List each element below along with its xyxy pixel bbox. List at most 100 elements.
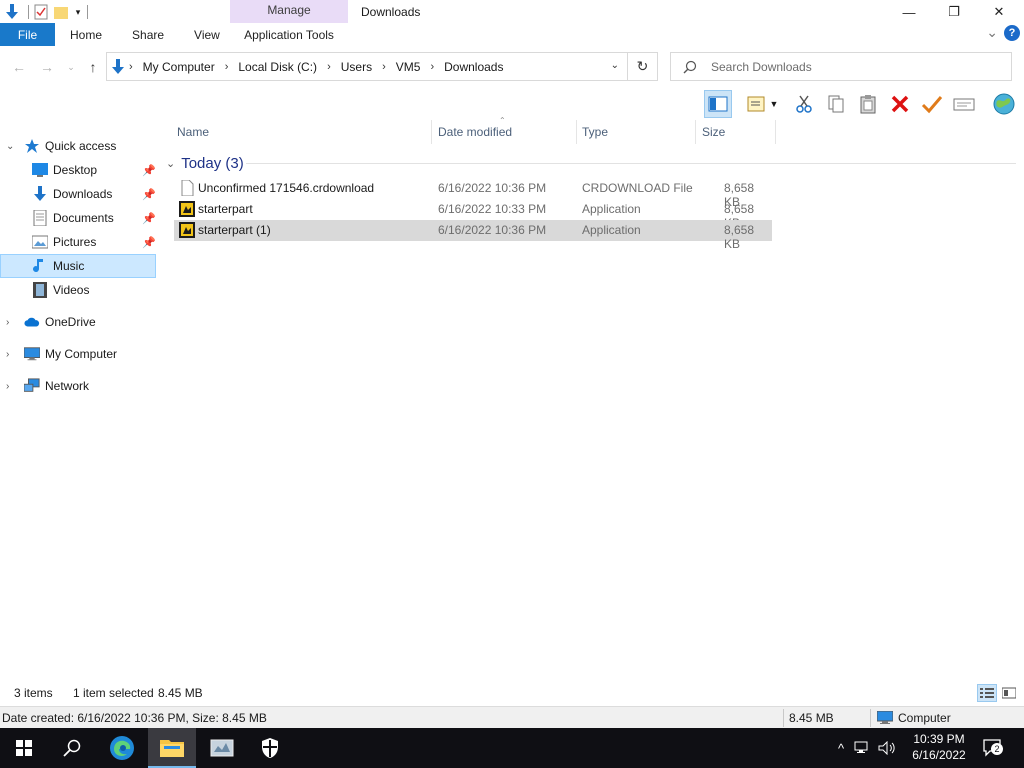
nav-network[interactable]: › Network (0, 374, 156, 398)
breadcrumb-users[interactable]: Users (341, 60, 372, 74)
restore-button[interactable]: ❐ (931, 0, 977, 24)
videos-icon (32, 282, 48, 298)
recent-locations-button[interactable]: ⌄ (62, 58, 80, 76)
delete-button[interactable] (886, 90, 914, 118)
breadcrumb-separator[interactable]: › (225, 61, 229, 73)
close-button[interactable]: ✕ (976, 0, 1022, 24)
star-icon (24, 138, 40, 154)
volume-icon[interactable] (878, 741, 896, 755)
file-row[interactable]: Unconfirmed 171546.crdownload 6/16/2022 … (174, 178, 772, 209)
title-bar: ▾ Manage Downloads — ❐ ✕ File Home Share… (0, 0, 1024, 46)
nav-my-computer[interactable]: › My Computer (0, 342, 156, 366)
column-divider[interactable] (431, 120, 432, 144)
properties-icon[interactable] (33, 4, 49, 20)
expand-chevron-icon[interactable]: › (6, 381, 16, 392)
nav-item-videos[interactable]: Videos (0, 278, 156, 302)
file-row-selected[interactable]: starterpart (1) 6/16/2022 10:36 PM Appli… (174, 220, 772, 251)
pictures-icon (32, 234, 48, 250)
folder-icon (160, 740, 184, 757)
server-manager-button[interactable] (198, 728, 246, 768)
clock[interactable]: 10:39 PM 6/16/2022 (905, 731, 973, 763)
properties-button[interactable] (950, 90, 978, 118)
breadcrumb-separator: › (129, 60, 133, 73)
nav-onedrive[interactable]: › OneDrive (0, 310, 156, 334)
search-input[interactable] (711, 59, 991, 74)
up-button[interactable]: ↑ (84, 58, 102, 76)
group-collapse-chevron-icon[interactable]: ⌄ (166, 157, 175, 170)
clock-time: 10:39 PM (913, 732, 965, 746)
address-bar[interactable]: › My Computer › Local Disk (C:) › Users … (106, 52, 658, 81)
pin-icon[interactable]: 📌 (142, 212, 156, 225)
cut-button[interactable] (790, 90, 818, 118)
pin-icon[interactable]: 📌 (142, 236, 156, 249)
new-folder-icon[interactable] (53, 4, 69, 20)
breadcrumb-separator[interactable]: › (430, 61, 434, 73)
search-box[interactable] (670, 52, 1012, 81)
nav-quick-access[interactable]: ⌄ Quick access (0, 134, 156, 158)
expand-ribbon-icon[interactable]: ⌄ (986, 24, 998, 41)
layout-menu-button[interactable]: ▼ (742, 90, 782, 118)
column-divider[interactable] (695, 120, 696, 144)
preview-pane-button[interactable] (704, 90, 732, 118)
details-view-button[interactable] (977, 684, 997, 702)
forward-button[interactable]: → (38, 58, 56, 76)
column-divider[interactable] (775, 120, 776, 144)
start-button[interactable] (0, 728, 48, 768)
breadcrumb-separator[interactable]: › (382, 61, 386, 73)
network-icon (24, 378, 40, 394)
breadcrumb-vm5[interactable]: VM5 (396, 60, 421, 74)
network-tray-icon[interactable] (854, 741, 870, 755)
clock-date: 6/16/2022 (912, 748, 966, 762)
pin-icon[interactable]: 📌 (142, 188, 156, 201)
tab-application-tools[interactable]: Application Tools (230, 23, 348, 46)
nav-item-label: Downloads (53, 187, 113, 201)
breadcrumb-local-disk[interactable]: Local Disk (C:) (238, 60, 317, 74)
search-taskbar-button[interactable] (48, 728, 96, 768)
breadcrumb-separator[interactable]: › (327, 61, 331, 73)
properties-card-icon (953, 98, 975, 111)
refresh-button[interactable]: ↻ (627, 53, 657, 80)
tab-file[interactable]: File (0, 23, 55, 46)
edge-browser-button[interactable] (98, 728, 146, 768)
nav-item-documents[interactable]: Documents 📌 (0, 206, 156, 230)
rename-check-button[interactable] (918, 90, 946, 118)
pin-icon[interactable]: 📌 (142, 164, 156, 177)
nav-root-label: Network (45, 379, 90, 393)
paste-button[interactable] (854, 90, 882, 118)
nav-item-label: Desktop (53, 163, 98, 177)
nav-item-downloads[interactable]: Downloads 📌 (0, 182, 156, 206)
collapse-chevron-icon[interactable]: ⌄ (6, 141, 16, 152)
security-button[interactable] (246, 728, 294, 768)
tab-view[interactable]: View (179, 23, 235, 46)
nav-item-pictures[interactable]: Pictures 📌 (0, 230, 156, 254)
customize-qat-icon[interactable]: ▾ (73, 4, 83, 20)
file-explorer-taskbar-button[interactable] (148, 728, 196, 768)
down-arrow-icon[interactable] (4, 4, 20, 20)
expand-chevron-icon[interactable]: › (6, 349, 16, 360)
back-button[interactable]: ← (10, 58, 28, 76)
breadcrumb-my-computer[interactable]: My Computer (143, 60, 215, 74)
column-divider[interactable] (576, 120, 577, 144)
file-date: 6/16/2022 10:33 PM (438, 202, 547, 216)
nav-item-desktop[interactable]: Desktop 📌 (0, 158, 156, 182)
copy-button[interactable] (822, 90, 850, 118)
minimize-button[interactable]: — (886, 0, 932, 24)
file-date: 6/16/2022 10:36 PM (438, 223, 547, 237)
file-row[interactable]: starterpart 6/16/2022 10:33 PM Applicati… (174, 199, 772, 230)
column-header-size[interactable]: Size (702, 120, 725, 144)
group-header-today[interactable]: ⌄ Today (3) (166, 152, 244, 174)
globe-button[interactable] (988, 90, 1020, 118)
tab-share[interactable]: Share (117, 23, 179, 46)
breadcrumb-downloads[interactable]: Downloads (444, 60, 503, 74)
tray-chevron-icon[interactable]: ^ (838, 741, 844, 756)
expand-chevron-icon[interactable]: › (6, 317, 16, 328)
action-center-button[interactable]: 2 (982, 738, 1004, 758)
help-icon[interactable]: ? (1004, 24, 1020, 41)
column-header-type[interactable]: Type (582, 120, 608, 144)
address-dropdown-icon[interactable]: ⌄ (611, 60, 619, 71)
large-icons-view-button[interactable] (999, 684, 1019, 702)
tab-home[interactable]: Home (55, 23, 117, 46)
column-header-name[interactable]: Name (177, 120, 209, 144)
nav-item-music[interactable]: Music (0, 254, 156, 278)
checkmark-icon (921, 96, 943, 114)
